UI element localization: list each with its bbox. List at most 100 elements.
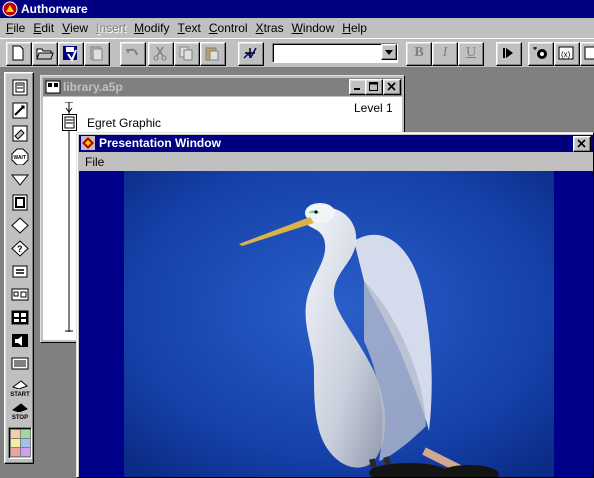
video-icon-button[interactable]: [9, 353, 31, 374]
import-icon: [90, 46, 103, 61]
icon-palette: WAIT ? START STOP: [4, 72, 34, 464]
navigate-icon-button[interactable]: [9, 169, 31, 190]
digital-movie-icon-button[interactable]: [9, 307, 31, 328]
menu-control[interactable]: Control: [205, 18, 252, 38]
menu-label-rest: odify: [144, 21, 170, 35]
egret-graphic-display-icon[interactable]: [62, 114, 77, 131]
animation-icon: [12, 102, 28, 119]
menu-mnemonic: F: [6, 21, 14, 35]
menu-label-rest: elp: [350, 21, 367, 35]
new-button[interactable]: [6, 42, 32, 66]
menu-edit[interactable]: Edit: [29, 18, 58, 38]
framework-icon: [12, 194, 28, 211]
stop-flag[interactable]: STOP: [8, 401, 32, 423]
start-label: START: [10, 392, 30, 398]
menu-xtras[interactable]: Xtras: [252, 18, 288, 38]
stop-flag-icon: [11, 403, 28, 413]
menu-file[interactable]: File: [2, 18, 29, 38]
variables-button[interactable]: [580, 42, 594, 66]
cut-button[interactable]: [148, 42, 174, 66]
bold-button[interactable]: B: [406, 42, 432, 66]
menu-mnemonic: X: [255, 21, 264, 35]
start-flag[interactable]: START: [8, 378, 32, 400]
menu-mnemonic: T: [177, 21, 185, 35]
presentation-menu-file[interactable]: File: [79, 153, 108, 171]
erase-icon: [12, 125, 28, 142]
framework-icon-button[interactable]: [9, 192, 31, 213]
new-icon: [12, 45, 24, 61]
menu-mnemonic: E: [33, 21, 42, 35]
app-title-bar: Authorware: [0, 0, 594, 18]
variables-icon: [584, 46, 594, 60]
find-button[interactable]: [238, 42, 264, 66]
menu-view[interactable]: View: [58, 18, 92, 38]
menu-help[interactable]: Help: [338, 18, 371, 38]
italic-label: I: [442, 45, 448, 60]
menu-label-rest: ontrol: [217, 21, 248, 35]
erase-icon-button[interactable]: [9, 123, 31, 144]
menu-label-rest: tras: [263, 21, 284, 35]
presentation-window: Presentation Window File: [76, 132, 594, 478]
interaction-icon-button[interactable]: ?: [9, 238, 31, 259]
menu-window[interactable]: Window: [288, 18, 339, 38]
paste-button[interactable]: [200, 42, 226, 66]
underline-button[interactable]: U: [458, 42, 484, 66]
wait-icon-button[interactable]: WAIT: [9, 146, 31, 167]
find-icon: [243, 47, 257, 59]
restart-button[interactable]: [496, 42, 522, 66]
close-icon: [387, 82, 396, 91]
copy-button[interactable]: [174, 42, 200, 66]
chevron-down-icon[interactable]: [381, 44, 397, 60]
svg-text:(x): (x): [561, 50, 571, 59]
control-panel-button[interactable]: [528, 42, 554, 66]
import-button[interactable]: [84, 42, 110, 66]
icon-color-palette[interactable]: [8, 427, 32, 459]
svg-text:?: ?: [17, 244, 23, 254]
functions-button[interactable]: (x): [554, 42, 580, 66]
toolbar: B I U (x): [0, 38, 594, 68]
library-level-label: Level 1: [354, 101, 393, 115]
close-button[interactable]: [383, 79, 401, 95]
cut-icon: [153, 46, 167, 61]
open-button[interactable]: [32, 42, 58, 66]
display-icon-button[interactable]: [9, 77, 31, 98]
maximize-button[interactable]: [365, 79, 383, 95]
library-title: library.a5p: [63, 80, 123, 94]
start-flag-icon: [11, 380, 28, 390]
sound-icon-button[interactable]: [9, 330, 31, 351]
presentation-window-icon[interactable]: [81, 136, 95, 154]
wait-icon: WAIT: [11, 148, 29, 165]
menu-mnemonic: C: [208, 21, 218, 35]
wait-label: WAIT: [14, 155, 27, 161]
menu-label-rest: nsert: [99, 21, 127, 35]
menu-label-rest: ile: [13, 21, 26, 35]
menu-label-rest: ext: [184, 21, 201, 35]
video-icon: [11, 357, 29, 370]
app-title: Authorware: [21, 2, 88, 16]
bold-label: B: [414, 45, 424, 60]
italic-button[interactable]: I: [432, 42, 458, 66]
app-menu-bar: File Edit View Insert Modify Text Control Xtras…: [0, 18, 594, 38]
presentation-close-button[interactable]: [573, 136, 591, 152]
egret-graphic-label[interactable]: Egret Graphic: [87, 116, 161, 130]
menu-label-rest: dit: [41, 21, 55, 35]
save-all-icon: [63, 46, 77, 63]
functions-icon: (x): [558, 46, 574, 60]
digital-movie-icon: [11, 310, 29, 325]
menu-modify[interactable]: Modify: [130, 18, 173, 38]
animation-icon-button[interactable]: [9, 100, 31, 121]
color-swatch[interactable]: [20, 447, 31, 457]
text-style-dropdown[interactable]: [272, 43, 398, 63]
undo-icon: [126, 48, 138, 56]
calculation-icon-button[interactable]: [9, 261, 31, 282]
decision-icon-button[interactable]: [9, 215, 31, 236]
undo-button[interactable]: [120, 42, 146, 66]
presentation-title-bar: Presentation Window: [79, 135, 593, 152]
map-icon-button[interactable]: [9, 284, 31, 305]
app-logo-icon[interactable]: [2, 1, 18, 17]
restart-icon: [503, 48, 513, 58]
display-icon: [12, 79, 28, 96]
interaction-icon: ?: [11, 240, 29, 257]
save-all-button[interactable]: [58, 42, 84, 66]
menu-text[interactable]: Text: [173, 18, 204, 38]
